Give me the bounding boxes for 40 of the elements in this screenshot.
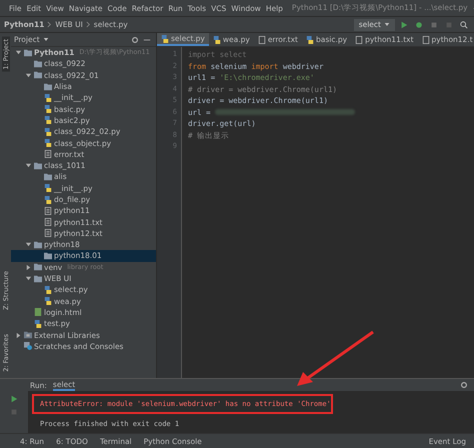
- collapse-arrow-icon[interactable]: [25, 264, 32, 271]
- debug-icon[interactable]: [415, 20, 423, 28]
- search-icon[interactable]: [460, 20, 468, 28]
- expand-arrow-icon[interactable]: [25, 275, 32, 282]
- python-file-icon: [34, 320, 42, 328]
- python-file-icon: [44, 196, 52, 204]
- python-file-icon: [44, 286, 52, 294]
- settings-icon[interactable]: [460, 381, 468, 389]
- text-file-icon: [44, 229, 52, 238]
- expand-arrow-icon[interactable]: [15, 49, 22, 56]
- library-icon: [24, 331, 32, 340]
- text-file-icon: [258, 36, 266, 44]
- expand-arrow-icon[interactable]: [25, 162, 32, 170]
- rerun-icon[interactable]: [10, 395, 18, 403]
- text-file-icon: [44, 218, 52, 226]
- python-file-icon: [44, 105, 52, 114]
- collapse-arrow-icon[interactable]: [15, 332, 22, 339]
- text-file-icon: [44, 206, 52, 215]
- expand-arrow-icon[interactable]: [25, 72, 32, 79]
- text-file-icon: [422, 36, 430, 44]
- python-file-icon: [306, 36, 314, 44]
- html-file-icon: [34, 308, 42, 316]
- python-file-icon: [44, 116, 52, 124]
- python-file-icon: [44, 94, 52, 102]
- settings-icon[interactable]: [131, 36, 139, 44]
- caret-icon: [42, 37, 49, 42]
- chevron-icon: [47, 21, 52, 28]
- expand-arrow-icon[interactable]: [25, 241, 32, 248]
- python-file-icon: [161, 34, 169, 42]
- caret-icon: [384, 22, 390, 27]
- chevron-icon: [86, 21, 91, 28]
- text-file-icon: [355, 36, 364, 44]
- run-icon[interactable]: [400, 20, 408, 28]
- scratches-icon: [24, 342, 32, 350]
- text-file-icon: [44, 150, 52, 158]
- python-file-icon: [44, 297, 52, 306]
- python-file-icon: [44, 184, 52, 192]
- python-file-icon: [44, 128, 52, 136]
- python-file-icon: [44, 139, 52, 148]
- python-file-icon: [212, 36, 221, 44]
